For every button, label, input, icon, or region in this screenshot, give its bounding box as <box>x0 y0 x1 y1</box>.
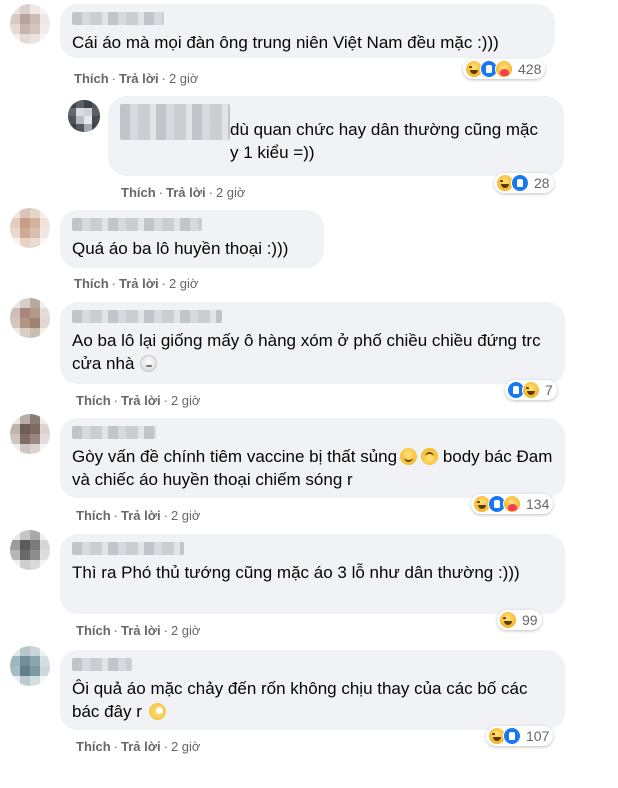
comment-time[interactable]: 2 giờ <box>171 393 201 408</box>
comment-time[interactable]: 2 giờ <box>169 276 199 291</box>
reaction-summary[interactable]: 428 <box>463 59 546 79</box>
comment-bubble: dù quan chức hay dân thường cũng mặc y 1… <box>108 96 564 176</box>
smiling-face-icon <box>400 448 418 465</box>
like-button[interactable]: Thích <box>76 508 111 523</box>
commenter-name[interactable] <box>72 542 184 555</box>
comment-time[interactable]: 2 giờ <box>171 623 201 638</box>
like-button[interactable]: Thích <box>76 739 111 754</box>
meta-sep: · <box>161 276 166 291</box>
comment-time[interactable]: 2 giờ <box>171 739 201 754</box>
meta-sep: · <box>161 71 166 86</box>
comment-bubble: Cái áo mà mọi đàn ông trung niên Việt Na… <box>60 4 555 58</box>
comment-text-wrap: Ao ba lô lại giống mấy ô hàng xóm ở phố … <box>72 329 553 375</box>
comment-meta: Thích · Trả lời · 2 giờ <box>76 508 200 523</box>
reaction-summary[interactable]: 134 <box>471 494 554 514</box>
comment-text-wrap: Ôi quả áo mặc chảy đến rốn không chịu th… <box>72 677 553 723</box>
care-icon <box>495 60 513 78</box>
comment-meta: Thích · Trả lời · 2 giờ <box>74 71 198 86</box>
reaction-summary[interactable]: 99 <box>497 610 542 630</box>
crescent-face-icon <box>148 703 166 720</box>
meta-sep: · <box>208 185 213 200</box>
like-button[interactable]: Thích <box>74 276 109 291</box>
reply-button[interactable]: Trả lời <box>119 276 159 291</box>
comment-text-wrap: Gòy vấn đề chính tiêm vaccine bị thất sủ… <box>72 445 553 491</box>
comment-bubble: Quá áo ba lô huyền thoại :))) <box>60 210 324 268</box>
meta-sep: · <box>113 739 119 754</box>
meta-sep: · <box>158 185 164 200</box>
reaction-count: 7 <box>545 382 553 398</box>
avatar[interactable] <box>10 646 50 686</box>
comment-meta: Thích · Trả lời · 2 giờ <box>76 623 200 638</box>
comment-text: Gòy vấn đề chính tiêm vaccine bị thất sủ… <box>72 447 398 466</box>
reaction-count: 107 <box>526 728 550 744</box>
comment-text: Cái áo mà mọi đàn ông trung niên Việt Na… <box>72 33 499 52</box>
avatar[interactable] <box>10 414 50 454</box>
comment-meta: Thích · Trả lời · 2 giờ <box>74 276 198 291</box>
comment-meta: Thích · Trả lời · 2 giờ <box>76 393 200 408</box>
reaction-count: 99 <box>522 612 538 628</box>
comment-bubble: Gòy vấn đề chính tiêm vaccine bị thất sủ… <box>60 418 565 498</box>
meta-sep: · <box>113 623 119 638</box>
comment-time[interactable]: 2 giờ <box>169 71 199 86</box>
like-button[interactable]: Thích <box>76 623 111 638</box>
reaction-summary[interactable]: 7 <box>505 380 557 400</box>
comment-time[interactable]: 2 giờ <box>171 508 201 523</box>
meta-sep: · <box>113 508 119 523</box>
meta-sep: · <box>111 276 117 291</box>
reply-button[interactable]: Trả lời <box>121 393 161 408</box>
avatar[interactable] <box>68 100 100 132</box>
reply-button[interactable]: Trả lời <box>166 185 206 200</box>
avatar[interactable] <box>10 4 50 44</box>
comment-bubble: Ao ba lô lại giống mấy ô hàng xóm ở phố … <box>60 302 565 384</box>
like-button[interactable]: Thích <box>74 71 109 86</box>
reply-button[interactable]: Trả lời <box>121 739 161 754</box>
comment-bubble: Thì ra Phó thủ tướng cũng mặc áo 3 lỗ nh… <box>60 534 565 614</box>
like-icon <box>503 727 521 745</box>
reaction-summary[interactable]: 28 <box>494 173 554 193</box>
avatar[interactable] <box>10 298 50 338</box>
comment-text: Quá áo ba lô huyền thoại :))) <box>72 239 289 258</box>
reply-button[interactable]: Trả lời <box>121 508 161 523</box>
comment-meta: Thích · Trả lời · 2 giờ <box>121 185 245 200</box>
meta-sep: · <box>163 508 168 523</box>
like-button[interactable]: Thích <box>121 185 156 200</box>
comment-meta: Thích · Trả lời · 2 giờ <box>76 739 200 754</box>
comment-text: dù quan chức hay dân thường cũng mặc y 1… <box>230 120 538 162</box>
comment-bubble: Ôi quả áo mặc chảy đến rốn không chịu th… <box>60 650 565 730</box>
comment-text: Ôi quả áo mặc chảy đến rốn không chịu th… <box>72 679 528 721</box>
comment-time[interactable]: 2 giờ <box>216 185 246 200</box>
meta-sep: · <box>163 739 168 754</box>
commenter-name[interactable] <box>72 658 132 671</box>
haha-icon <box>522 381 540 399</box>
care-icon <box>503 495 521 513</box>
reaction-count: 428 <box>518 61 542 77</box>
reply-button[interactable]: Trả lời <box>119 71 159 86</box>
meta-sep: · <box>111 71 117 86</box>
reaction-summary[interactable]: 107 <box>486 726 554 746</box>
commenter-name[interactable] <box>72 12 164 25</box>
upside-down-face-icon <box>421 448 439 465</box>
reply-button[interactable]: Trả lời <box>121 623 161 638</box>
frowning-face-icon <box>140 355 158 372</box>
avatar[interactable] <box>10 530 50 570</box>
like-icon <box>511 174 529 192</box>
comment-text: Thì ra Phó thủ tướng cũng mặc áo 3 lỗ nh… <box>72 563 520 582</box>
commenter-name[interactable] <box>72 218 202 231</box>
haha-icon <box>499 611 517 629</box>
reaction-count: 28 <box>534 175 550 191</box>
commenter-name[interactable] <box>120 104 230 140</box>
meta-sep: · <box>113 393 119 408</box>
reaction-count: 134 <box>526 496 550 512</box>
avatar[interactable] <box>10 208 50 248</box>
commenter-name[interactable] <box>72 426 156 439</box>
like-button[interactable]: Thích <box>76 393 111 408</box>
meta-sep: · <box>163 623 168 638</box>
meta-sep: · <box>163 393 168 408</box>
commenter-name[interactable] <box>72 310 222 323</box>
